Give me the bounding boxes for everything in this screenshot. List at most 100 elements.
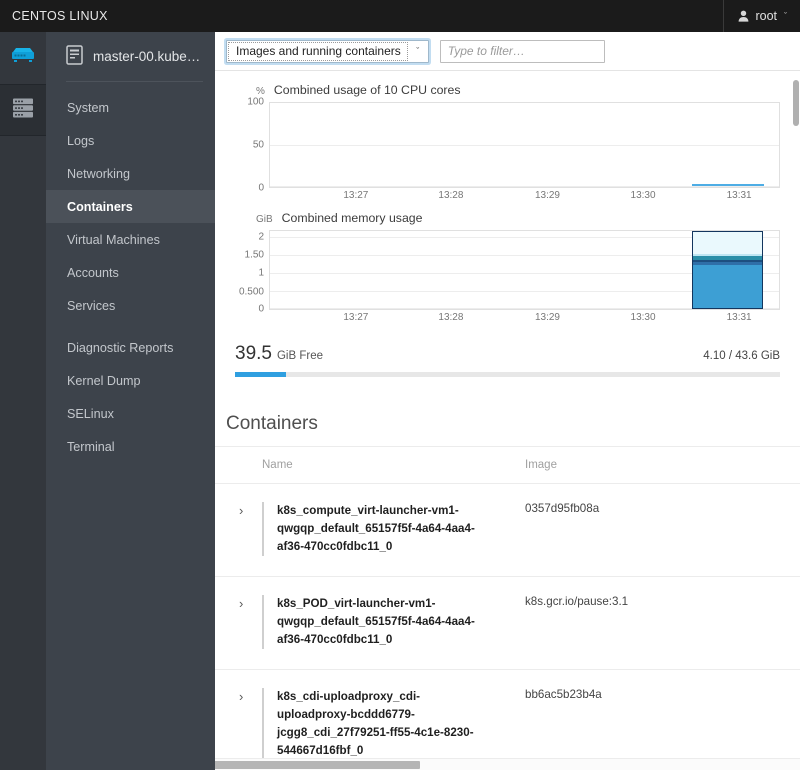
table-row[interactable]: › k8s_compute_virt-launcher-vm1-qwgqp_de…	[215, 483, 800, 577]
row-image-cell: bb6ac5b23b4a	[525, 669, 800, 770]
sidebar-item-accounts[interactable]: Accounts	[46, 256, 215, 289]
image-column-label: Image	[525, 459, 557, 471]
sidebar-item-label: Virtual Machines	[67, 232, 160, 247]
sidebar-item-label: Diagnostic Reports	[67, 340, 174, 355]
scope-select-value: Images and running containers	[228, 41, 408, 61]
table-header-row: Name Image	[215, 446, 800, 484]
sidebar-item-kernel-dump[interactable]: Kernel Dump	[46, 364, 215, 397]
cpu-xtick: 13:29	[534, 190, 560, 201]
scope-select[interactable]: Images and running containers ˇ	[226, 39, 429, 63]
rail-item-host-active[interactable]	[0, 32, 46, 84]
container-image: k8s.gcr.io/pause:3.1	[525, 594, 629, 608]
chevron-down-icon: ˇ	[784, 11, 787, 21]
container-name: k8s_POD_virt-launcher-vm1-qwgqp_default_…	[277, 596, 475, 646]
cpu-xtick: 13:27	[343, 190, 369, 201]
cpu-series-line	[692, 184, 764, 186]
chevron-right-icon[interactable]: ›	[239, 689, 243, 704]
cpu-chart-title: Combined usage of 10 CPU cores	[273, 83, 461, 97]
user-menu[interactable]: root ˇ	[723, 0, 800, 32]
row-toggle-cell[interactable]: ›	[215, 483, 262, 577]
sidebar-item-label: Kernel Dump	[67, 373, 141, 388]
icon-rail	[0, 32, 46, 770]
row-toggle-cell[interactable]: ›	[215, 576, 262, 670]
row-image-cell: k8s.gcr.io/pause:3.1	[525, 576, 800, 670]
cpu-y-axis: 100 50 0	[235, 97, 269, 194]
memory-free: 39.5 GiB Free	[235, 343, 323, 365]
sidebar-item-virtual-machines[interactable]: Virtual Machines	[46, 223, 215, 256]
row-name-cell: k8s_POD_virt-launcher-vm1-qwgqp_default_…	[262, 576, 525, 670]
container-image: bb6ac5b23b4a	[525, 687, 602, 701]
memory-ytick: 0.500	[238, 286, 264, 298]
page-title: Containers	[226, 413, 318, 434]
filter-input[interactable]	[439, 39, 605, 63]
name-column-header: Name	[262, 446, 525, 484]
memory-xtick: 13:31	[726, 312, 752, 323]
host-label: master-00.kube…	[93, 49, 201, 64]
server-tower-icon	[66, 45, 83, 68]
cpu-plot-area	[269, 102, 780, 188]
name-column-label: Name	[262, 459, 293, 471]
memory-ytick: 0	[258, 303, 264, 315]
containers-section: Containers Name Image › k8s_compute_virt…	[215, 413, 800, 770]
table-row[interactable]: › k8s_cdi-uploadproxy_cdi-uploadproxy-bc…	[215, 669, 800, 770]
memory-xtick: 13:28	[438, 312, 464, 323]
row-image-cell: 0357d95fb08a	[525, 483, 800, 577]
content-toolbar: Images and running containers ˇ	[215, 32, 800, 71]
band-teal	[693, 256, 762, 260]
cpu-xtick: 13:30	[630, 190, 656, 201]
band-mid-dark	[693, 262, 762, 265]
memory-xtick: 13:27	[343, 312, 369, 323]
containers-table: Name Image › k8s_compute_virt-launcher-v…	[215, 446, 800, 770]
memory-chart-title: Combined memory usage	[281, 211, 423, 225]
rail-item-server-stack[interactable]	[0, 84, 46, 136]
band-top	[693, 232, 762, 255]
brand-label: CENTOS LINUX	[12, 9, 108, 23]
top-bar: CENTOS LINUX root ˇ	[0, 0, 800, 32]
container-image: 0357d95fb08a	[525, 502, 600, 515]
container-name: k8s_cdi-uploadproxy_cdi-uploadproxy-bcdd…	[277, 689, 474, 757]
sidebar-item-system[interactable]: System	[46, 91, 215, 124]
row-toggle-cell[interactable]: ›	[215, 669, 262, 770]
horizontal-scrollbar-track[interactable]	[215, 758, 800, 770]
user-name-label: root	[755, 9, 777, 23]
sidebar: master-00.kube… System Logs Networking C…	[46, 32, 215, 770]
server-icon-active	[10, 47, 36, 69]
sidebar-item-logs[interactable]: Logs	[46, 124, 215, 157]
chevron-right-icon[interactable]: ›	[239, 596, 243, 611]
sidebar-item-label: Terminal	[67, 439, 115, 454]
server-stack-icon	[11, 97, 35, 124]
sidebar-item-selinux[interactable]: SELinux	[46, 397, 215, 430]
sidebar-item-diagnostic-reports[interactable]: Diagnostic Reports	[46, 331, 215, 364]
row-name-cell: k8s_compute_virt-launcher-vm1-qwgqp_defa…	[262, 483, 525, 577]
cpu-ytick: 50	[252, 139, 264, 151]
cockpit-app: CENTOS LINUX root ˇ master-00.kube… Syst…	[0, 0, 800, 770]
memory-ytick: 1.50	[244, 249, 264, 261]
sidebar-item-label: SELinux	[67, 406, 114, 421]
sidebar-item-containers[interactable]: Containers	[46, 190, 215, 223]
charts-section: % Combined usage of 10 CPU cores 100 50 …	[215, 71, 800, 325]
memory-ytick: 2	[258, 231, 264, 243]
cpu-x-axis: 13:27 13:28 13:29 13:30 13:31	[269, 188, 780, 203]
main-content: Images and running containers ˇ % Combin…	[215, 32, 800, 770]
sidebar-item-networking[interactable]: Networking	[46, 157, 215, 190]
cpu-chart-plot-row: 100 50 0	[235, 97, 780, 194]
gridline	[270, 145, 779, 146]
vertical-scrollbar[interactable]	[793, 80, 799, 126]
sidebar-item-services[interactable]: Services	[46, 289, 215, 322]
memory-chart-unit: GiB	[256, 214, 273, 225]
band-base	[693, 264, 762, 308]
container-name: k8s_compute_virt-launcher-vm1-qwgqp_defa…	[277, 504, 475, 553]
horizontal-scrollbar-thumb[interactable]	[215, 761, 420, 769]
sidebar-item-terminal[interactable]: Terminal	[46, 430, 215, 463]
memory-x-axis: 13:27 13:28 13:29 13:30 13:31	[269, 310, 780, 325]
memory-usage-label: 4.10 / 43.6 GiB	[703, 350, 780, 362]
chevron-right-icon[interactable]: ›	[239, 503, 243, 518]
toggle-column-header	[215, 446, 262, 484]
host-selector[interactable]: master-00.kube…	[46, 32, 215, 81]
memory-xtick: 13:29	[534, 312, 560, 323]
table-row[interactable]: › k8s_POD_virt-launcher-vm1-qwgqp_defaul…	[215, 576, 800, 670]
memory-stacked-area	[692, 231, 763, 309]
containers-table-head: Name Image	[215, 446, 800, 484]
memory-chart-header: GiB Combined memory usage	[256, 211, 780, 225]
